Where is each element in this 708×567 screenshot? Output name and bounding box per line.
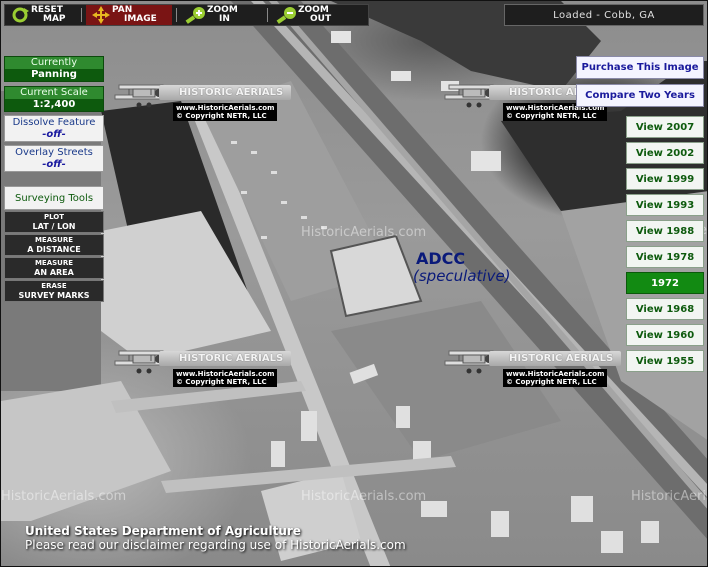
watermark-copyright: © Copyright NETR, LLC — [506, 378, 597, 386]
usda-credit: United States Department of Agriculture — [25, 524, 301, 538]
historic-aerials-watermark: HISTORIC AERIALS www.HistoricAerials.com… — [113, 343, 293, 387]
map-toolbar: RESET MAP PAN IMAGE ZOOM IN ZOOM OUT — [4, 4, 369, 26]
historic-aerials-watermark: HISTORIC AERIALS www.HistoricAerials.com… — [443, 343, 623, 387]
annotation-subtitle: (speculative) — [413, 267, 511, 285]
historic-aerials-watermark: HISTORIC AERIALS www.HistoricAerials.com… — [113, 77, 293, 121]
watermark-credit: www.HistoricAerials.com © Copyright NETR,… — [173, 369, 278, 387]
faint-watermark: HistoricAerials.com — [631, 489, 707, 504]
pan-image-button[interactable]: PAN IMAGE — [86, 5, 172, 25]
faint-watermark: HistoricAerials.com — [301, 225, 427, 240]
zoom-out-label-2: OUT — [310, 14, 332, 24]
map-viewer: HistoricAerials.com HistoricAerials.com … — [0, 0, 708, 567]
annotation-title: ADCC — [416, 249, 466, 268]
plot-lat-lon-button[interactable]: PLOT LAT / LON — [4, 211, 104, 233]
mode-label: Currently — [5, 57, 103, 69]
year-button-1960[interactable]: View 1960 — [626, 324, 704, 346]
toolbar-divider — [81, 8, 82, 22]
zoom-out-button[interactable]: ZOOM OUT — [272, 5, 358, 25]
zoom-in-icon — [185, 6, 207, 24]
reset-label-2: MAP — [43, 14, 66, 24]
year-button-2007[interactable]: View 2007 — [626, 116, 704, 138]
measure-distance-button[interactable]: MEASURE A DISTANCE — [4, 234, 104, 256]
streets-value: -off- — [42, 159, 66, 170]
erase-survey-marks-button[interactable]: ERASE SURVEY MARKS — [4, 280, 104, 302]
scale-label: Current Scale — [5, 87, 103, 99]
year-button-1978[interactable]: View 1978 — [626, 246, 704, 268]
watermark-url: www.HistoricAerials.com — [176, 104, 275, 112]
watermark-copyright: © Copyright NETR, LLC — [176, 378, 267, 386]
current-mode-panel: Currently Panning — [4, 56, 104, 82]
surveying-tools-title: Surveying Tools — [4, 186, 104, 210]
watermark-copyright: © Copyright NETR, LLC — [176, 112, 267, 120]
scale-value: 1:2,400 — [5, 99, 103, 111]
watermark-url: www.HistoricAerials.com — [176, 370, 275, 378]
purchase-image-button[interactable]: Purchase This Image — [576, 56, 704, 79]
pan-label-2: IMAGE — [124, 14, 157, 24]
streets-label: Overlay Streets — [15, 147, 93, 158]
reset-map-button[interactable]: RESET MAP — [5, 5, 77, 25]
survey-label: MEASURE — [34, 259, 74, 267]
measure-area-button[interactable]: MEASURE AN AREA — [4, 257, 104, 279]
pan-icon — [90, 6, 112, 24]
survey-label: PLOT — [43, 213, 65, 221]
year-button-2002[interactable]: View 2002 — [626, 142, 704, 164]
zoom-out-icon — [276, 6, 298, 24]
surveying-tools-list: PLOT LAT / LON MEASURE A DISTANCE MEASURE A… — [4, 210, 104, 302]
year-button-1972-selected[interactable]: 1972 — [626, 272, 704, 294]
watermark-credit: www.HistoricAerials.com © Copyright NETR,… — [173, 103, 278, 121]
reset-icon — [9, 6, 31, 24]
current-scale-panel: Current Scale 1:2,400 — [4, 86, 104, 112]
year-button-1988[interactable]: View 1988 — [626, 220, 704, 242]
compare-years-button[interactable]: Compare Two Years — [576, 84, 704, 107]
disclaimer-link[interactable]: Please read our disclaimer regarding use… — [25, 538, 406, 552]
watermark-ribbon: HISTORIC AERIALS — [159, 351, 291, 366]
watermark-credit: www.HistoricAerials.com © Copyright NETR,… — [503, 369, 608, 387]
year-button-1999[interactable]: View 1999 — [626, 168, 704, 190]
watermark-copyright: © Copyright NETR, LLC — [506, 112, 597, 120]
overlay-streets-toggle[interactable]: Overlay Streets -off- — [4, 145, 104, 172]
dissolve-label: Dissolve Feature — [12, 117, 96, 128]
survey-label: SURVEY MARKS — [18, 291, 90, 300]
year-button-1968[interactable]: View 1968 — [626, 298, 704, 320]
status-bar: Loaded - Cobb, GA — [504, 4, 704, 26]
dissolve-feature-toggle[interactable]: Dissolve Feature -off- — [4, 115, 104, 142]
watermark-url: www.HistoricAerials.com — [506, 370, 605, 378]
toolbar-divider — [176, 8, 177, 22]
survey-label: AN AREA — [34, 268, 74, 277]
zoom-in-button[interactable]: ZOOM IN — [181, 5, 263, 25]
survey-label: A DISTANCE — [27, 245, 81, 254]
faint-watermark: HistoricAerials.com — [1, 489, 127, 504]
survey-label: MEASURE — [34, 236, 74, 244]
watermark-ribbon: HISTORIC AERIALS — [489, 351, 621, 366]
mode-value: Panning — [5, 69, 103, 81]
watermark-ribbon: HISTORIC AERIALS — [159, 85, 291, 100]
year-button-1993[interactable]: View 1993 — [626, 194, 704, 216]
faint-watermark: HistoricAerials.com — [301, 489, 427, 504]
survey-label: ERASE — [41, 282, 67, 290]
dissolve-value: -off- — [42, 129, 66, 140]
survey-label: LAT / LON — [32, 222, 76, 231]
year-button-1955[interactable]: View 1955 — [626, 350, 704, 372]
toolbar-divider — [267, 8, 268, 22]
zoom-in-label-2: IN — [219, 14, 230, 24]
